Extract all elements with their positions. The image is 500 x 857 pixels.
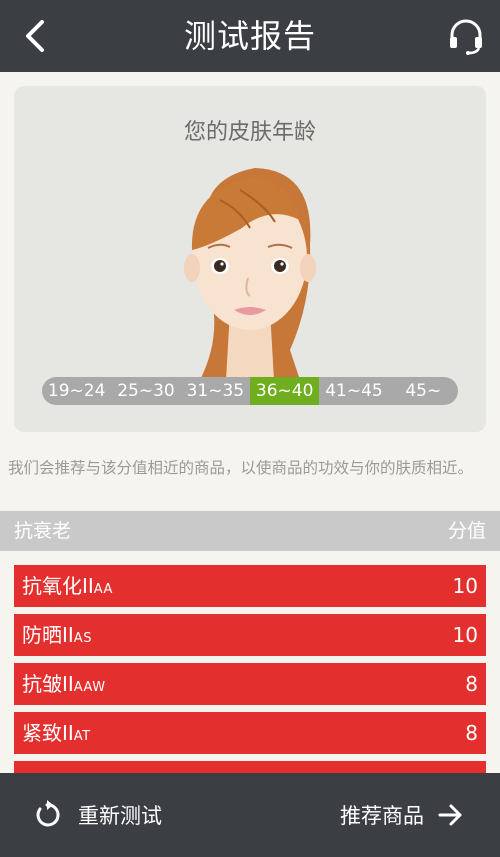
face-illustration bbox=[184, 168, 316, 380]
bottom-bar: 重新测试 推荐商品 bbox=[0, 773, 500, 857]
row-score: 10 bbox=[452, 574, 478, 598]
row-code: AA bbox=[93, 582, 113, 597]
row-score: 8 bbox=[465, 672, 478, 696]
age-range-31-35: 31~35 bbox=[186, 381, 245, 401]
score-column-label: 分值 bbox=[447, 520, 486, 542]
age-range-25-30: 25~30 bbox=[117, 381, 175, 401]
score-row[interactable]: 抗皱IIAAW 8 bbox=[14, 663, 486, 705]
recommend-label: 推荐商品 bbox=[340, 804, 424, 828]
row-name: 抗皱II bbox=[22, 672, 74, 696]
score-row[interactable]: 紧致IIAT 8 bbox=[14, 712, 486, 754]
customer-service-button[interactable] bbox=[444, 14, 488, 58]
row-code: AS bbox=[73, 631, 92, 646]
page-title: 测试报告 bbox=[183, 17, 316, 55]
score-list: 抗氧化IIAA 10 防晒IIAS 10 抗皱IIAAW 8 紧致IIAT 8 bbox=[0, 551, 500, 773]
score-row[interactable]: 抗氧化IIAA 10 bbox=[14, 565, 486, 607]
arrow-right-icon bbox=[438, 804, 462, 826]
age-range-41-45: 41~45 bbox=[325, 381, 383, 401]
recommendation-note: 我们会推荐与该分值相近的商品，以使商品的功效与你的肤质相近。 bbox=[8, 459, 474, 477]
row-code: AAW bbox=[73, 680, 106, 695]
retest-label: 重新测试 bbox=[78, 804, 162, 828]
score-row[interactable]: 防晒IIAS 10 bbox=[14, 614, 486, 656]
row-name: 紧致II bbox=[22, 721, 74, 745]
age-range-19-24: 19~24 bbox=[47, 381, 106, 401]
row-score: 8 bbox=[465, 721, 478, 745]
section-title: 抗衰老 bbox=[14, 520, 72, 542]
score-row-partial[interactable] bbox=[14, 761, 486, 773]
refresh-icon bbox=[36, 800, 60, 827]
top-bar: 测试报告 bbox=[0, 0, 500, 72]
age-range-45-plus: 45~ bbox=[405, 381, 442, 401]
row-score: 10 bbox=[452, 623, 478, 647]
age-range-36-40-selected: 36~40 bbox=[249, 377, 320, 405]
recommend-products-button[interactable]: 推荐商品 bbox=[340, 773, 464, 857]
headset-icon bbox=[450, 19, 482, 55]
section-header: 抗衰老 分值 bbox=[0, 511, 500, 551]
row-name: 防晒II bbox=[22, 623, 74, 647]
row-name: 抗氧化II bbox=[22, 574, 94, 598]
skin-age-title: 您的皮肤年龄 bbox=[183, 120, 316, 145]
age-range-bar: 19~24 25~30 31~35 36~40 41~45 45~ bbox=[42, 377, 458, 405]
retest-button[interactable]: 重新测试 bbox=[32, 773, 162, 857]
row-code: AT bbox=[73, 729, 91, 744]
